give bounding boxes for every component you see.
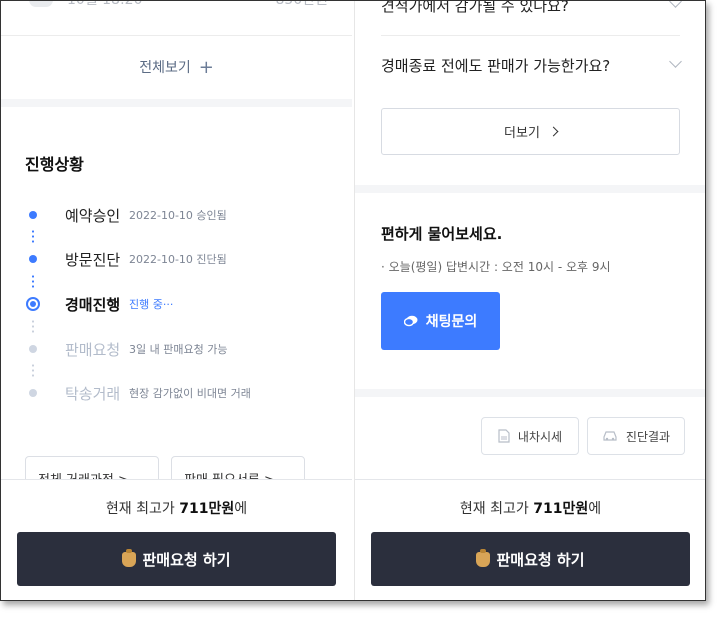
- highest-price-text: 현재 최고가 711만원에: [355, 498, 705, 518]
- step-name: 판매요청: [65, 340, 121, 359]
- timeline-step: 판매요청 3일 내 판매요청 가능: [25, 337, 342, 361]
- money-bag-icon: [476, 548, 491, 567]
- step-name: 예약승인: [65, 206, 121, 225]
- divider: [381, 35, 680, 36]
- right-panel: 견적가에서 감가될 수 있나요? 경매종료 전에도 판매가 가능한가요? 더보기…: [354, 1, 705, 600]
- answer-hours: · 오늘(평일) 답변시간 : 오전 10시 - 오후 9시: [381, 260, 611, 274]
- step-desc: 진행 중···: [129, 298, 174, 311]
- timeline-step: 경매진행 진행 중···: [25, 292, 342, 316]
- history-price: 850만원: [276, 1, 328, 9]
- car-icon: [603, 431, 617, 441]
- timeline-step: 탁송거래 현장 감가없이 비대면 거래: [25, 381, 342, 405]
- view-all-label: 전체보기: [139, 60, 191, 76]
- section-gap: [355, 185, 705, 193]
- step-name: 방문진단: [65, 250, 121, 269]
- ask-title: 편하게 물어보세요.: [381, 225, 503, 243]
- sell-request-button[interactable]: 판매요청 하기: [17, 532, 336, 586]
- left-panel: 10월 18:20 850만원 전체보기 + 진행상황 예약승인 2022-10-…: [1, 1, 352, 600]
- timeline-step: 예약승인 2022-10-10 승인됨: [25, 203, 342, 227]
- step-desc: 현장 감가없이 비대면 거래: [129, 387, 251, 400]
- step-desc: 2022-10-10 승인됨: [129, 209, 227, 222]
- step-done-dot-icon: [29, 255, 37, 263]
- screenshot-frame: 10월 18:20 850만원 전체보기 + 진행상황 예약승인 2022-10-…: [0, 0, 706, 601]
- car-price-label: 내차시세: [517, 429, 563, 444]
- sell-request-label: 판매요청 하기: [142, 550, 231, 569]
- chat-icon: [403, 315, 418, 327]
- step-done-dot-icon: [29, 211, 37, 219]
- progress-title: 진행상황: [25, 155, 84, 174]
- inspection-result-button[interactable]: 진단결과: [587, 417, 685, 455]
- step-current-dot-icon: [26, 297, 40, 311]
- highest-price-text: 현재 최고가 711만원에: [1, 498, 352, 518]
- faq-item[interactable]: 견적가에서 감가될 수 있나요?: [381, 1, 682, 16]
- chevron-down-icon: [669, 1, 682, 8]
- faq-item[interactable]: 경매종료 전에도 판매가 가능한가요?: [381, 55, 682, 76]
- chevron-down-icon: [669, 55, 682, 68]
- history-row-partial[interactable]: 10월 18:20 850만원: [25, 1, 328, 15]
- chevron-right-icon: [548, 126, 559, 137]
- money-bag-icon: [122, 548, 137, 567]
- sell-request-label: 판매요청 하기: [496, 550, 585, 569]
- divider: [1, 35, 352, 36]
- price-value: 711만원: [533, 501, 589, 517]
- chat-inquiry-label: 채팅문의: [425, 314, 478, 330]
- history-date: 10월 18:20: [67, 1, 143, 9]
- section-gap: [355, 389, 705, 397]
- more-button[interactable]: 더보기: [381, 108, 680, 155]
- faq-question: 견적가에서 감가될 수 있나요?: [381, 1, 569, 15]
- faq-question: 경매종료 전에도 판매가 가능한가요?: [381, 57, 611, 75]
- car-thumbnail: [29, 1, 53, 7]
- step-todo-dot-icon: [29, 345, 37, 353]
- price-prefix: 현재 최고가: [459, 501, 534, 517]
- step-name: 탁송거래: [65, 384, 121, 403]
- connector-dots: [32, 229, 34, 245]
- connector-dots: [32, 319, 34, 335]
- price-suffix: 에: [588, 501, 602, 517]
- connector-dots: [32, 274, 34, 290]
- step-todo-dot-icon: [29, 389, 37, 397]
- more-label: 더보기: [504, 126, 540, 141]
- price-suffix: 에: [234, 501, 248, 517]
- document-icon: [498, 429, 510, 443]
- plus-icon: +: [198, 57, 214, 78]
- sell-request-button[interactable]: 판매요청 하기: [371, 532, 690, 586]
- price-prefix: 현재 최고가: [105, 501, 180, 517]
- inspection-result-label: 진단결과: [625, 429, 671, 444]
- car-price-button[interactable]: 내차시세: [481, 417, 579, 455]
- chat-inquiry-button[interactable]: 채팅문의: [381, 292, 500, 350]
- section-gap: [1, 99, 352, 107]
- step-name: 경매진행: [65, 295, 121, 314]
- connector-dots: [32, 363, 34, 379]
- timeline-step: 방문진단 2022-10-10 진단됨: [25, 247, 342, 271]
- step-desc: 3일 내 판매요청 가능: [129, 343, 228, 356]
- bottom-bar: 현재 최고가 711만원에 판매요청 하기: [1, 479, 352, 600]
- bottom-bar: 현재 최고가 711만원에 판매요청 하기: [355, 479, 705, 600]
- price-value: 711만원: [179, 501, 235, 517]
- step-desc: 2022-10-10 진단됨: [129, 253, 227, 266]
- view-all-button[interactable]: 전체보기 +: [1, 57, 352, 78]
